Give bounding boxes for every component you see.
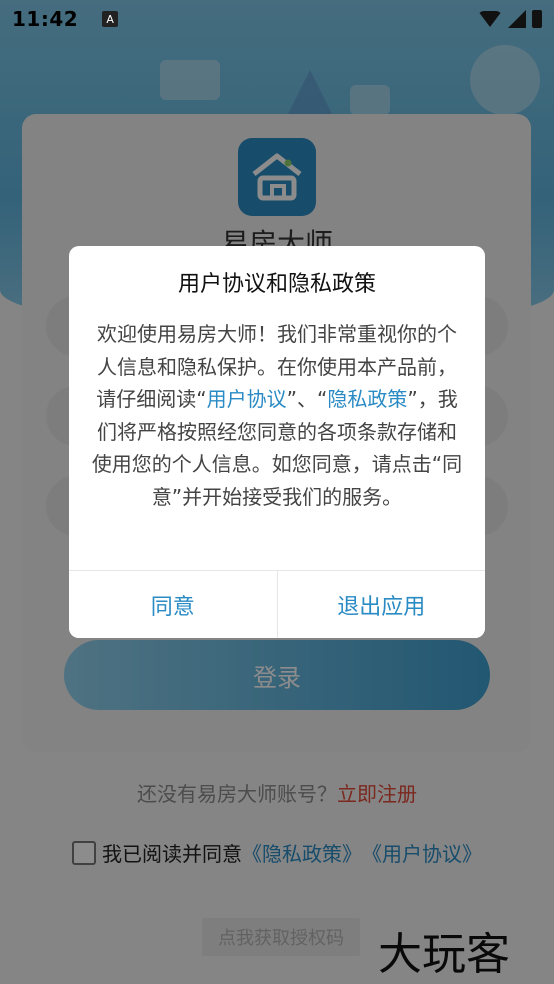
- status-bar: 11:42 A: [0, 0, 554, 38]
- status-icons: [478, 10, 542, 28]
- dialog-title: 用户协议和隐私政策: [177, 272, 376, 297]
- dialog-user-agreement-link[interactable]: 用户协议: [207, 387, 287, 411]
- status-time: 11:42: [12, 7, 79, 31]
- exit-app-button[interactable]: 退出应用: [276, 571, 485, 638]
- privacy-dialog: 用户协议和隐私政策 欢迎使用易房大师！我们非常重视你的个人信息和隐私保护。在你使…: [69, 246, 485, 638]
- battery-icon: [532, 10, 542, 28]
- dialog-body: 欢迎使用易房大师！我们非常重视你的个人信息和隐私保护。在你使用本产品前，请仔细阅…: [91, 318, 463, 513]
- signal-icon: [508, 10, 526, 28]
- dialog-privacy-link[interactable]: 隐私政策: [327, 387, 407, 411]
- dialog-text: ”、“: [286, 387, 328, 411]
- wifi-icon: [478, 11, 502, 27]
- dialog-actions: 同意 退出应用: [69, 570, 485, 638]
- notification-a-icon: A: [102, 11, 119, 27]
- agree-button[interactable]: 同意: [69, 571, 277, 638]
